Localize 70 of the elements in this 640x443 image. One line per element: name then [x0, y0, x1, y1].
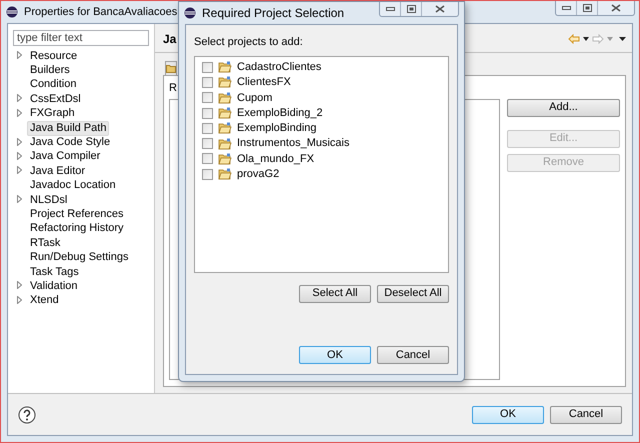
action-button[interactable]: Add...	[507, 98, 620, 116]
tree-item[interactable]: Task Tags	[27, 264, 82, 280]
menu-icon[interactable]	[619, 37, 626, 41]
folder-icon	[218, 107, 232, 120]
eclipse-icon	[184, 7, 196, 19]
project-name[interactable]: Cupom	[237, 90, 272, 106]
checkbox[interactable]	[202, 62, 213, 73]
checkbox[interactable]	[202, 108, 213, 119]
tree-item[interactable]: Refactoring History	[27, 221, 127, 236]
dialog-title: Required Project Selection	[202, 5, 344, 22]
maximize-icon	[582, 4, 592, 12]
tree-item[interactable]: Condition	[27, 77, 80, 92]
tree-item[interactable]: FXGraph	[27, 106, 78, 122]
tree-item[interactable]: CssExtDsl	[27, 92, 84, 107]
checkbox[interactable]	[202, 168, 213, 180]
project-name[interactable]: ClientesFX	[237, 74, 291, 91]
folder-icon	[166, 64, 176, 73]
page-heading: Ja	[163, 31, 176, 48]
folder-icon	[218, 61, 232, 74]
project-name[interactable]: ExemploBinding	[237, 120, 316, 137]
tree-item[interactable]: Java Compiler	[27, 149, 104, 164]
eclipse-icon	[6, 6, 18, 18]
folder-icon	[218, 76, 232, 88]
tree-item[interactable]: Run/Debug Settings	[27, 250, 132, 266]
folder-icon	[218, 138, 232, 150]
expand-icon[interactable]	[16, 195, 22, 204]
checkbox[interactable]	[202, 76, 213, 88]
prompt-label: Select projects to add:	[194, 35, 304, 50]
folder-icon	[218, 152, 232, 165]
project-name[interactable]: ExemploBiding_2	[237, 104, 323, 122]
dialog-button[interactable]: OK	[472, 406, 544, 424]
dropdown-icon[interactable]	[583, 37, 589, 41]
tab[interactable]	[165, 61, 177, 75]
dialog-button[interactable]: OK	[299, 346, 371, 364]
checkbox[interactable]	[202, 122, 213, 134]
tree-item[interactable]: RTask	[27, 236, 64, 251]
tree-item[interactable]: Javadoc Location	[27, 178, 119, 194]
checkbox[interactable]	[202, 153, 213, 164]
filter-field[interactable]: type filter text	[13, 30, 149, 46]
folder-icon	[218, 92, 232, 104]
tree-item[interactable]: Java Code Style	[27, 135, 114, 150]
project-name[interactable]: Ola_mundo_FX	[237, 150, 314, 168]
folder-icon	[218, 122, 232, 134]
tree-item[interactable]: NLSDsl	[27, 192, 70, 208]
close-icon	[611, 4, 621, 12]
tree-item[interactable]: Java Build Path	[27, 120, 110, 136]
project-name[interactable]: Instrumentos_Musicais	[237, 135, 350, 152]
project-name[interactable]: provaG2	[237, 166, 280, 182]
minimize-icon	[386, 7, 394, 11]
minimize-icon	[562, 6, 570, 10]
window-title: Properties for BancaAvaliacoes	[24, 4, 178, 20]
selection-button[interactable]: Deselect All	[377, 284, 449, 302]
project-name[interactable]: CadastroClientes	[237, 58, 322, 76]
selection-button[interactable]: Select All	[299, 284, 371, 302]
dialog-button[interactable]: Cancel	[550, 406, 622, 424]
checkbox[interactable]	[202, 92, 213, 104]
expand-icon[interactable]	[16, 51, 22, 60]
tree-item[interactable]: Validation	[27, 278, 80, 294]
dialog-button[interactable]: Cancel	[377, 346, 449, 364]
tree-item[interactable]: Builders	[27, 63, 73, 78]
tree-item[interactable]: Java Editor	[27, 164, 88, 179]
tree-item[interactable]: Xtend	[27, 293, 62, 308]
tree-item[interactable]: Resource	[27, 48, 80, 64]
tree-item[interactable]: Project References	[27, 207, 127, 222]
folder-icon	[218, 168, 232, 180]
close-icon	[435, 5, 445, 13]
section-label: R	[169, 81, 177, 96]
checkbox[interactable]	[202, 138, 213, 150]
maximize-icon	[406, 5, 416, 13]
help-icon[interactable]	[18, 406, 36, 424]
